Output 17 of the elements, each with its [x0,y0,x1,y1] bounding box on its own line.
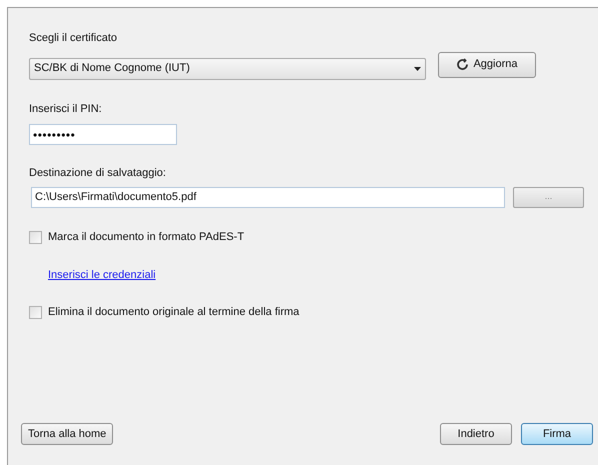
dialog-button[interactable]: Indietro [440,423,512,445]
checkbox[interactable] [29,231,42,244]
path-field[interactable]: C:\Users\Firmati\documento5.pdf [31,186,506,208]
field-label: Destinazione di salvataggio: [29,166,166,181]
checkbox-label: Marca il documento in formato PAdES-T [48,230,244,246]
checkbox[interactable] [29,306,42,318]
pin-field[interactable]: ••••••••• [29,124,177,145]
refresh-icon [456,58,470,71]
dialog-button[interactable]: Torna alla home [21,423,114,445]
checkbox-label: Elimina il documento originale al termine della firma [48,304,300,320]
dropdown-arrow-icon [414,66,421,70]
dialog-button[interactable]: Firma [521,423,593,445]
field-label: Inserisci il PIN: [29,102,102,116]
field-label: Scegli il certificato [29,31,118,46]
certificate-dropdown[interactable]: SC/BK di Nome Cognome (IUT) [29,58,426,80]
credentials-link[interactable]: Inserisci le credenziali [48,266,156,283]
refresh-button[interactable]: Aggiorna [438,52,536,78]
